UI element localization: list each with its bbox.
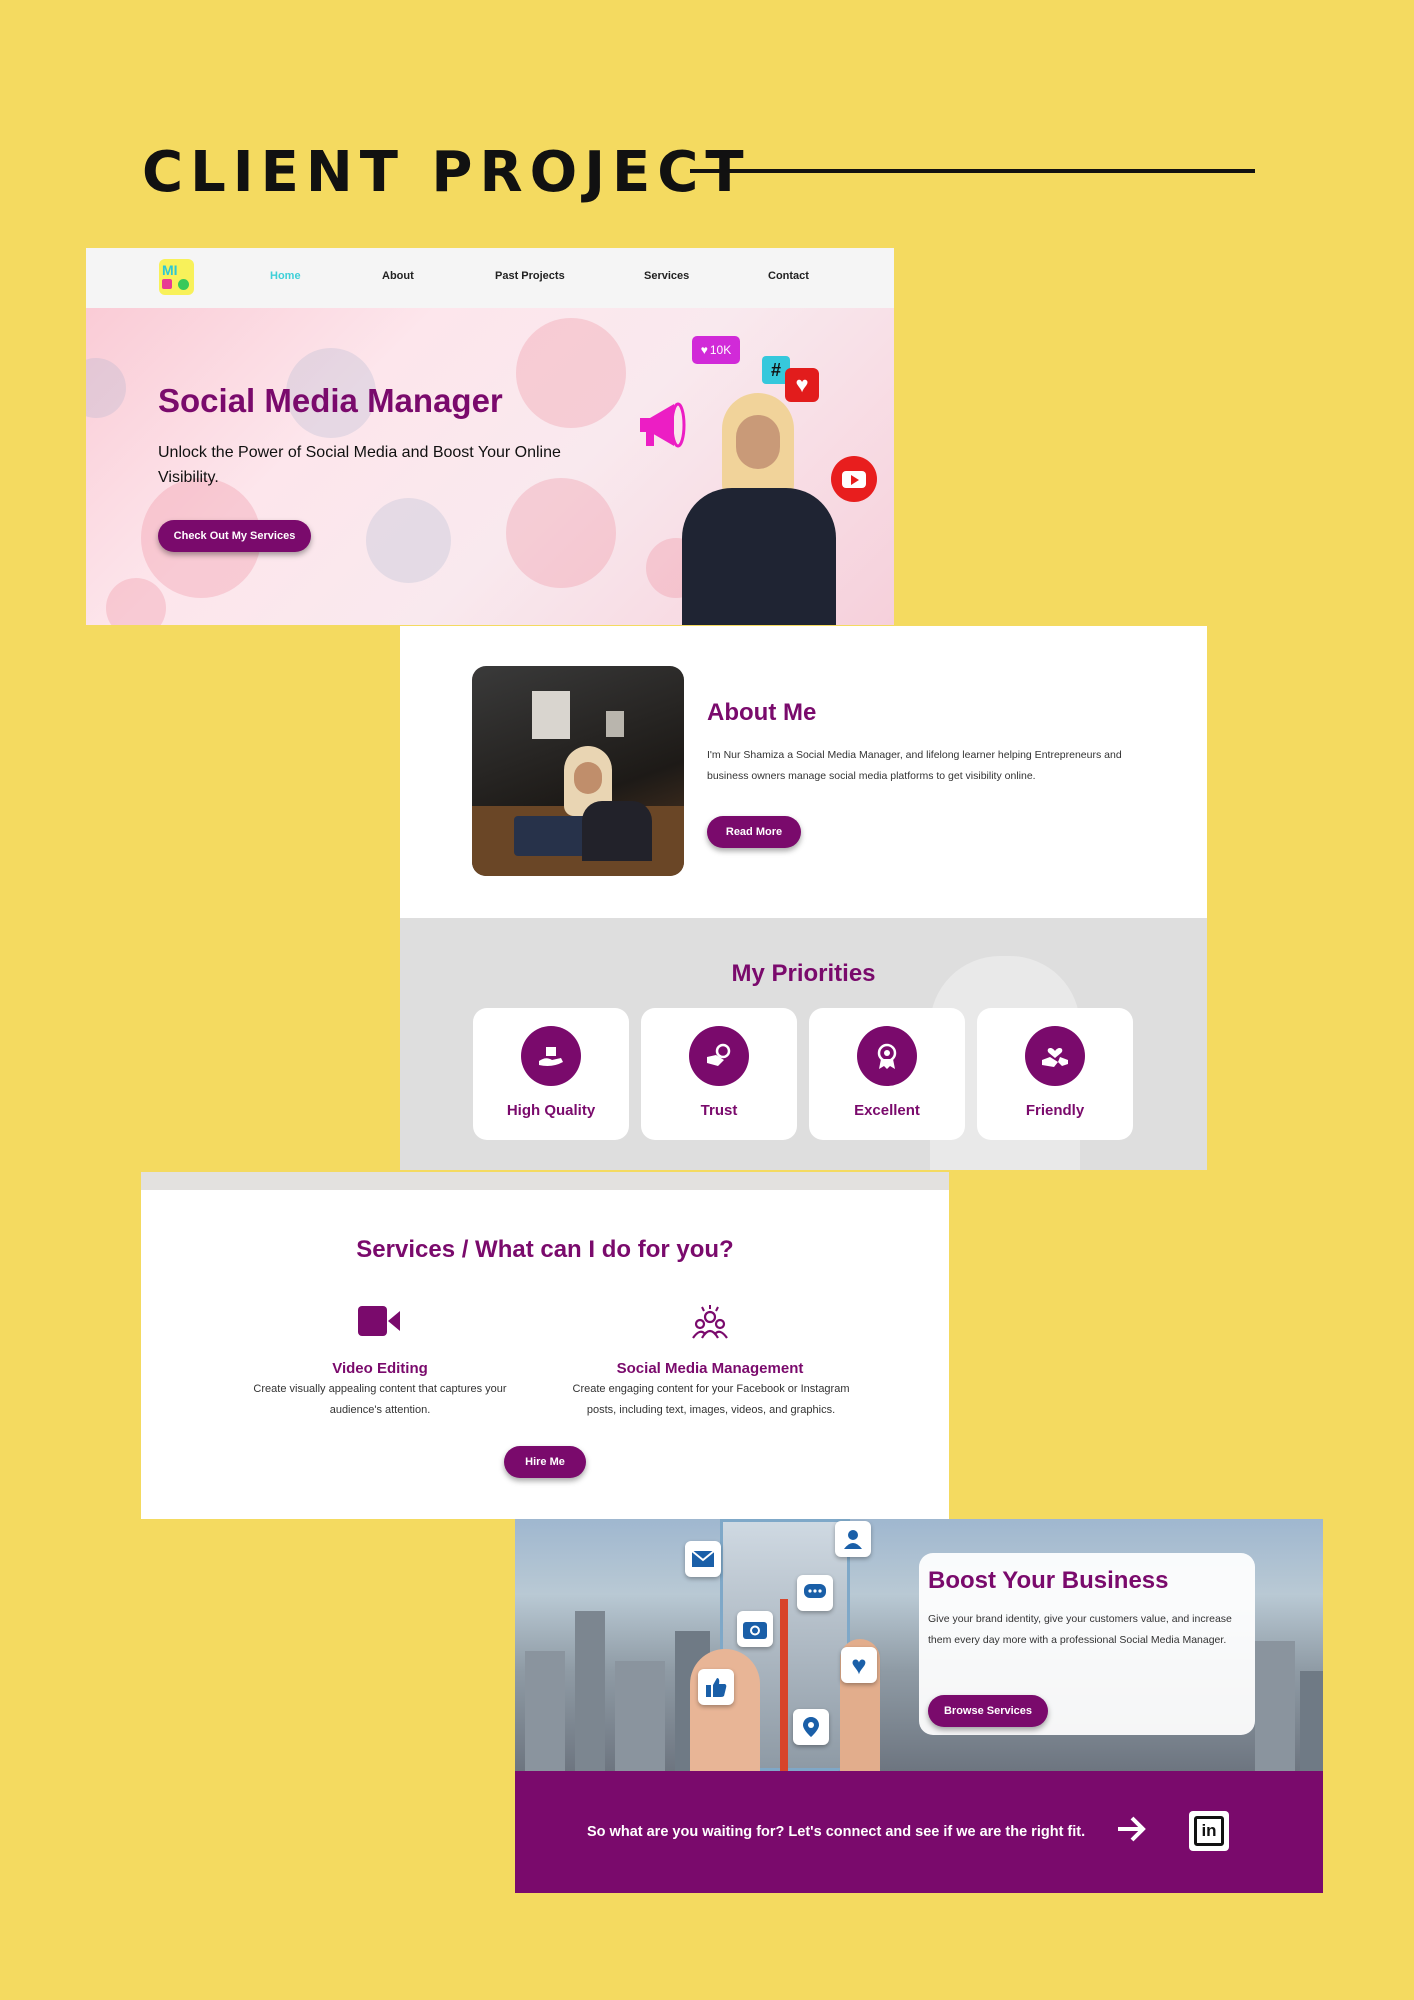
about-title: About Me xyxy=(707,699,817,726)
priorities-section: My Priorities High Quality Trust Excelle… xyxy=(400,918,1207,1170)
megaphone-logo-icon xyxy=(162,279,172,289)
heart-icon: ♥ xyxy=(841,1647,877,1683)
chat-icon xyxy=(797,1575,833,1611)
camera-icon xyxy=(737,1611,773,1647)
priority-label: Friendly xyxy=(1025,1102,1085,1119)
heart-bubble-decoration xyxy=(516,318,626,428)
about-panel: About Me I'm Nur Shamiza a Social Media … xyxy=(400,626,1207,1170)
award-ribbon-icon xyxy=(857,1026,917,1086)
priority-card: Friendly xyxy=(977,1008,1133,1140)
mail-icon xyxy=(685,1541,721,1577)
boost-card: Boost Your Business Give your brand iden… xyxy=(919,1553,1255,1735)
heart-logo-icon xyxy=(178,279,189,290)
like-bubble-decoration xyxy=(86,358,126,418)
read-more-button[interactable]: Read More xyxy=(707,816,801,848)
thumbs-up-icon xyxy=(698,1669,734,1705)
video-camera-icon xyxy=(358,1306,402,1336)
priority-label: Excellent xyxy=(854,1102,920,1119)
page-title: CLIENT PROJECT xyxy=(142,140,751,205)
priority-card: Excellent xyxy=(809,1008,965,1140)
city-building xyxy=(575,1611,605,1771)
check-services-button[interactable]: Check Out My Services xyxy=(158,520,311,552)
boost-panel: ♥ Boost Your Business Give your brand id… xyxy=(515,1519,1323,1893)
like-count-icon: ♥ 10K xyxy=(692,336,740,364)
site-logo[interactable]: MI xyxy=(159,259,194,295)
services-panel: Services / What can I do for you? Video … xyxy=(141,1172,949,1519)
like-bubble-decoration xyxy=(366,498,451,583)
city-building xyxy=(525,1651,565,1771)
hire-me-button[interactable]: Hire Me xyxy=(504,1446,586,1478)
linkedin-icon[interactable]: in xyxy=(1189,1811,1229,1851)
service-description: Create visually appealing content that c… xyxy=(253,1383,507,1416)
hero-subtitle: Unlock the Power of Social Media and Boo… xyxy=(158,444,561,486)
nav-about[interactable]: About xyxy=(382,270,414,282)
hand-gift-icon xyxy=(521,1026,581,1086)
city-building xyxy=(1300,1671,1323,1771)
city-building xyxy=(1255,1641,1295,1771)
user-icon xyxy=(835,1521,871,1557)
service-name: Social Media Management xyxy=(616,1360,804,1377)
location-pin-icon xyxy=(793,1709,829,1745)
about-text: I'm Nur Shamiza a Social Media Manager, … xyxy=(707,749,1122,782)
nav-services[interactable]: Services xyxy=(644,270,689,282)
priority-card: Trust xyxy=(641,1008,797,1140)
nav-contact[interactable]: Contact xyxy=(768,270,809,282)
city-building xyxy=(615,1661,665,1771)
heart-bubble-decoration xyxy=(506,478,616,588)
heart-bubble-decoration xyxy=(106,578,166,625)
heart-handshake-icon xyxy=(1025,1026,1085,1086)
priority-label: Trust xyxy=(700,1102,738,1119)
hand-image xyxy=(690,1649,760,1771)
cta-text: So what are you waiting for? Let's conne… xyxy=(587,1824,1086,1840)
people-network-icon xyxy=(691,1304,729,1342)
nav-bar: MI Home About Past Projects Services Con… xyxy=(86,248,894,308)
about-photo xyxy=(472,666,684,876)
hero-title: Social Media Manager xyxy=(158,382,503,419)
heart-icon: ♥ xyxy=(700,343,708,357)
like-count: 10K xyxy=(709,343,732,357)
nav-past-projects[interactable]: Past Projects xyxy=(495,270,565,282)
handshake-coins-icon xyxy=(689,1026,749,1086)
priorities-title: My Priorities xyxy=(731,960,876,987)
hero-person-image xyxy=(674,393,844,625)
priority-label: High Quality xyxy=(506,1102,596,1119)
services-title: Services / What can I do for you? xyxy=(356,1236,734,1263)
tower-image xyxy=(780,1599,788,1771)
browse-services-button[interactable]: Browse Services xyxy=(928,1695,1048,1727)
hero-panel: MI Home About Past Projects Services Con… xyxy=(86,248,894,625)
title-divider xyxy=(690,169,1255,173)
logo-text: MI xyxy=(162,262,178,278)
services-top-strip xyxy=(141,1172,949,1190)
boost-title: Boost Your Business xyxy=(928,1567,1169,1594)
priority-card: High Quality xyxy=(473,1008,629,1140)
arrow-right-icon[interactable] xyxy=(1115,1813,1147,1845)
service-name: Video Editing xyxy=(332,1360,428,1377)
boost-text: Give your brand identity, give your cust… xyxy=(928,1613,1232,1646)
service-description: Create engaging content for your Faceboo… xyxy=(572,1383,850,1416)
nav-home[interactable]: Home xyxy=(270,270,301,282)
